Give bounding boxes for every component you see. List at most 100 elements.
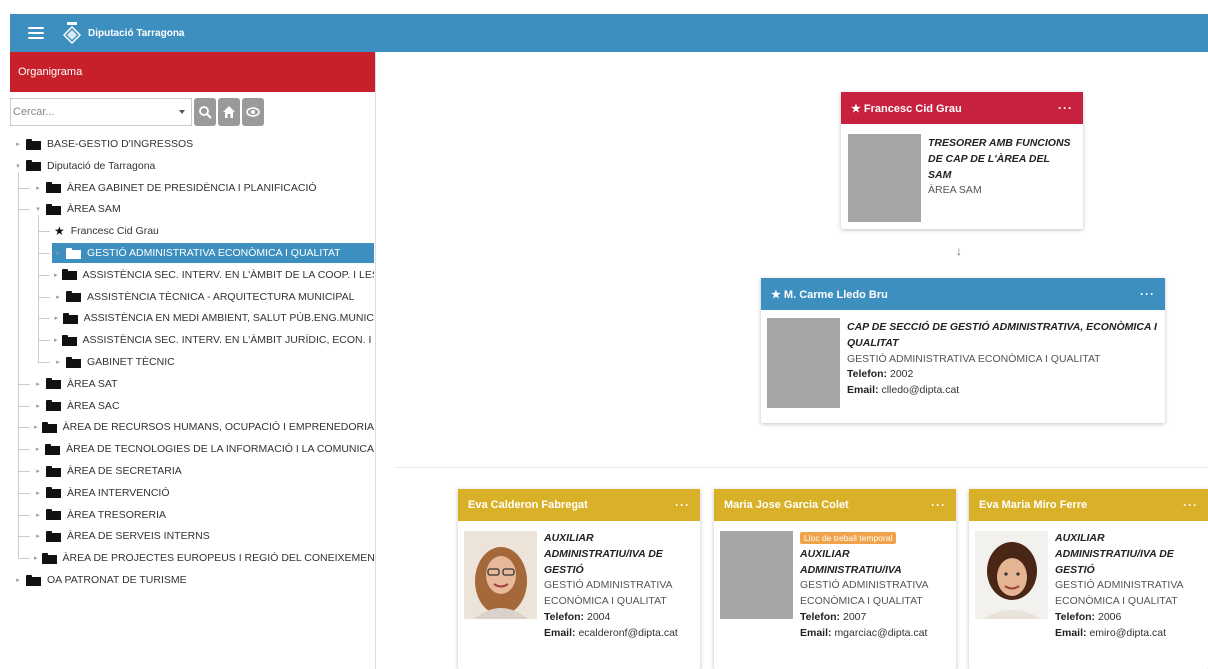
avatar-placeholder: [720, 531, 793, 619]
tree-node-label: ÀREA DE RECURSOS HUMANS, OCUPACIÓ I EMPR…: [62, 421, 374, 434]
tree-folder-node[interactable]: ▸ ÀREA DE TECNOLOGIES DE LA INFORMACIÓ I …: [32, 439, 374, 459]
hamburger-menu-icon[interactable]: [28, 27, 44, 39]
more-menu-icon[interactable]: ···: [1183, 498, 1198, 512]
view-button[interactable]: [242, 98, 264, 126]
card-phone: Telefon: 2004: [544, 610, 611, 623]
home-button[interactable]: [218, 98, 240, 126]
collapse-toggle-icon[interactable]: ▸: [34, 423, 38, 431]
tree-folder-node[interactable]: ▸ ÀREA SAT: [32, 374, 374, 394]
card-department: ÀREA SAM: [928, 184, 982, 197]
tree-node-label: ÀREA DE SECRETARIA: [67, 465, 182, 477]
card-email: Email: emiro@dipta.cat: [1055, 626, 1167, 639]
tree-folder-node[interactable]: ▸ ÀREA DE SECRETARIA: [32, 461, 374, 481]
card-email: Email: mgarciac@dipta.cat: [800, 626, 928, 639]
temporary-badge: Lloc de treball temporal: [800, 532, 897, 544]
tree-node-label: ÀREA DE PROJECTES EUROPEUS I REGIÓ DEL C…: [62, 552, 374, 565]
collapse-toggle-icon[interactable]: ▸: [34, 489, 42, 497]
top-navbar: Diputació Tarragona: [10, 14, 1208, 52]
tree-connector: [38, 215, 39, 362]
tree-folder-node[interactable]: ▸ ÀREA SAC: [32, 396, 374, 416]
folder-icon: [66, 356, 81, 368]
collapse-toggle-icon[interactable]: ▸: [34, 402, 42, 410]
search-input[interactable]: [13, 106, 163, 118]
collapse-toggle-icon[interactable]: ▸: [34, 532, 42, 540]
folder-icon: [61, 334, 77, 346]
tree-connector: [18, 514, 30, 516]
org-card-staff[interactable]: Eva Maria Miro Ferre ··· AUXILIAR ADMINI…: [969, 489, 1208, 669]
tree-folder-node[interactable]: ▾ ÀREA SAM: [32, 199, 374, 219]
eye-icon: [246, 107, 260, 117]
email-link[interactable]: emiro@dipta.cat: [1089, 627, 1166, 639]
tree-folder-node[interactable]: ▸ ÀREA DE PROJECTES EUROPEUS I REGIÓ DEL …: [32, 548, 374, 568]
collapse-toggle-icon[interactable]: ▸: [34, 467, 42, 475]
collapse-toggle-icon[interactable]: ▸: [34, 380, 42, 388]
collapse-toggle-icon[interactable]: ▸: [14, 576, 22, 584]
tree-folder-node[interactable]: ▸ GESTIÓ ADMINISTRATIVA ECONÒMICA I QUALI…: [52, 243, 374, 263]
email-link[interactable]: mgarciac@dipta.cat: [834, 627, 927, 639]
collapse-toggle-icon[interactable]: ▸: [54, 293, 62, 301]
collapse-toggle-icon[interactable]: ▸: [54, 314, 59, 322]
card-phone: Telefon: 2006: [1055, 610, 1122, 623]
org-card-staff[interactable]: Eva Calderon Fabregat ··· AUXILIAR ADMIN…: [458, 489, 700, 669]
more-menu-icon[interactable]: ···: [931, 498, 946, 512]
search-row: [10, 96, 375, 128]
folder-icon: [46, 203, 61, 215]
search-combobox[interactable]: [10, 98, 192, 126]
org-card-head[interactable]: ★ Francesc Cid Grau ··· TRESORER AMB FUN…: [841, 92, 1083, 229]
more-menu-icon[interactable]: ···: [1058, 101, 1073, 115]
tree-node-label: ÀREA DE TECNOLOGIES DE LA INFORMACIÓ I L…: [66, 443, 374, 456]
brand-logo[interactable]: Diputació Tarragona: [62, 22, 185, 44]
tree-folder-node[interactable]: ▸ BASE-GESTIO D'INGRESSOS: [12, 134, 374, 154]
tree-folder-node[interactable]: ▾ Diputació de Tarragona: [12, 156, 374, 176]
org-card-staff[interactable]: Maria Jose Garcia Colet ··· Lloc de treb…: [714, 489, 956, 669]
org-card-manager[interactable]: ★ M. Carme Lledo Bru ··· CAP DE SECCIÓ D…: [761, 278, 1165, 423]
tree-node-label: GESTIÓ ADMINISTRATIVA ECONÒMICA I QUALIT…: [87, 247, 341, 259]
card-name: Eva Maria Miro Ferre: [979, 499, 1088, 511]
tree-person-node[interactable]: ★ Francesc Cid Grau: [52, 221, 374, 241]
folder-icon: [41, 552, 57, 564]
tree-connector: [38, 274, 50, 276]
card-name: Eva Calderon Fabregat: [468, 499, 588, 511]
chevron-down-icon[interactable]: [179, 110, 185, 114]
expand-toggle-icon[interactable]: ▾: [34, 205, 42, 213]
tree-connector: [18, 383, 30, 385]
more-menu-icon[interactable]: ···: [675, 498, 690, 512]
collapse-toggle-icon[interactable]: ▸: [34, 184, 42, 192]
tree-connector: [18, 449, 30, 451]
tree-node-label: ASSISTÈNCIA SEC. INTERV. EN L'ÀMBIT DE L…: [82, 268, 374, 281]
home-icon: [223, 106, 235, 118]
tree-folder-node[interactable]: ▸ ASSISTÈNCIA SEC. INTERV. EN L'ÀMBIT JUR…: [52, 330, 374, 350]
tree-folder-node[interactable]: ▸ ÀREA TRESORERIA: [32, 505, 374, 525]
tree-folder-node[interactable]: ▸ ÀREA DE RECURSOS HUMANS, OCUPACIÓ I EMP…: [32, 417, 374, 437]
more-menu-icon[interactable]: ···: [1140, 287, 1155, 301]
expand-toggle-icon[interactable]: ▾: [14, 162, 22, 170]
folder-icon: [45, 443, 61, 455]
tree-folder-node[interactable]: ▸ ASSISTÈNCIA EN MEDI AMBIENT, SALUT PÚB.…: [52, 308, 374, 328]
collapse-toggle-icon[interactable]: ▸: [34, 511, 42, 519]
card-job-title: AUXILIAR ADMINISTRATIU/IVA DE GESTIÓ: [1055, 532, 1174, 576]
tree-folder-node[interactable]: ▸ ASSISTÈNCIA SEC. INTERV. EN L'ÀMBIT DE …: [52, 265, 374, 285]
collapse-toggle-icon[interactable]: ▸: [14, 140, 22, 148]
tree-connector: [18, 187, 30, 189]
divider: [395, 467, 1208, 468]
collapse-toggle-icon[interactable]: ▸: [34, 554, 38, 562]
collapse-toggle-icon[interactable]: ▸: [34, 445, 41, 453]
tree-folder-node[interactable]: ▸ ÀREA DE SERVEIS INTERNS: [32, 526, 374, 546]
collapse-toggle-icon[interactable]: ▸: [54, 271, 58, 279]
collapse-toggle-icon[interactable]: ▸: [54, 358, 62, 366]
search-button[interactable]: [194, 98, 216, 126]
search-icon: [199, 106, 212, 119]
tree-node-label: ASSISTÈNCIA SEC. INTERV. EN L'ÀMBIT JURÍ…: [82, 334, 374, 347]
collapse-toggle-icon[interactable]: ▸: [54, 249, 62, 257]
tree-connector: [18, 536, 30, 538]
collapse-toggle-icon[interactable]: ▸: [54, 336, 58, 344]
tree-folder-node[interactable]: ▸ ASSISTÈNCIA TÈCNICA - ARQUITECTURA MUNI…: [52, 287, 374, 307]
tree-folder-node[interactable]: ▸ GABINET TÈCNIC: [52, 352, 374, 372]
tree-folder-node[interactable]: ▸ ÀREA INTERVENCIÓ: [32, 483, 374, 503]
tree-node-label: ÀREA DE SERVEIS INTERNS: [67, 530, 210, 543]
card-job-title: TRESORER AMB FUNCIONS DE CAP DE L'ÀREA D…: [928, 137, 1071, 181]
tree-folder-node[interactable]: ▸ OA PATRONAT DE TURISME: [12, 570, 374, 590]
email-link[interactable]: clledo@dipta.cat: [881, 384, 959, 396]
email-link[interactable]: ecalderonf@dipta.cat: [578, 627, 677, 639]
tree-folder-node[interactable]: ▸ ÀREA GABINET DE PRESIDÈNCIA I PLANIFICA…: [32, 178, 374, 198]
